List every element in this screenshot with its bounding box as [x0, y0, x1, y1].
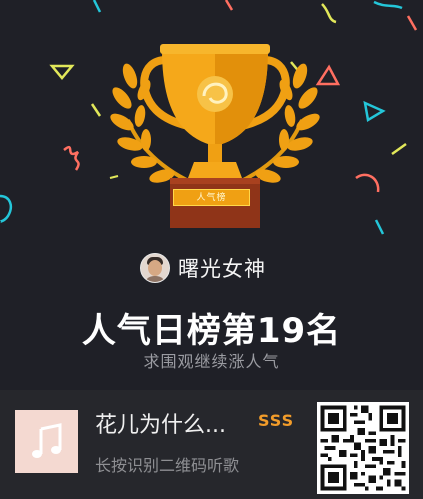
- music-note-icon: [31, 422, 61, 458]
- avatar[interactable]: [140, 253, 170, 283]
- rank-subtitle: 求围观继续涨人气: [143, 352, 280, 371]
- album-cover[interactable]: [15, 410, 78, 473]
- user-info: 曙光女神: [140, 251, 266, 285]
- qr-scan-hint: 长按识别二维码听歌: [95, 456, 240, 475]
- rank-title: 人气日榜第19名: [81, 311, 342, 351]
- quality-badge: SSS: [258, 411, 295, 430]
- rank-poster: 人气榜 曙光女神 人气日榜第19名 求围观继续涨人气 花儿为什么... SSS …: [0, 0, 423, 499]
- trophy-badge-label: 人气榜: [173, 189, 250, 206]
- username: 曙光女神: [178, 257, 266, 281]
- song-title[interactable]: 花儿为什么...: [95, 407, 226, 439]
- song-card[interactable]: 花儿为什么... SSS 长按识别二维码听歌: [0, 390, 423, 499]
- qr-code-icon[interactable]: [317, 402, 409, 494]
